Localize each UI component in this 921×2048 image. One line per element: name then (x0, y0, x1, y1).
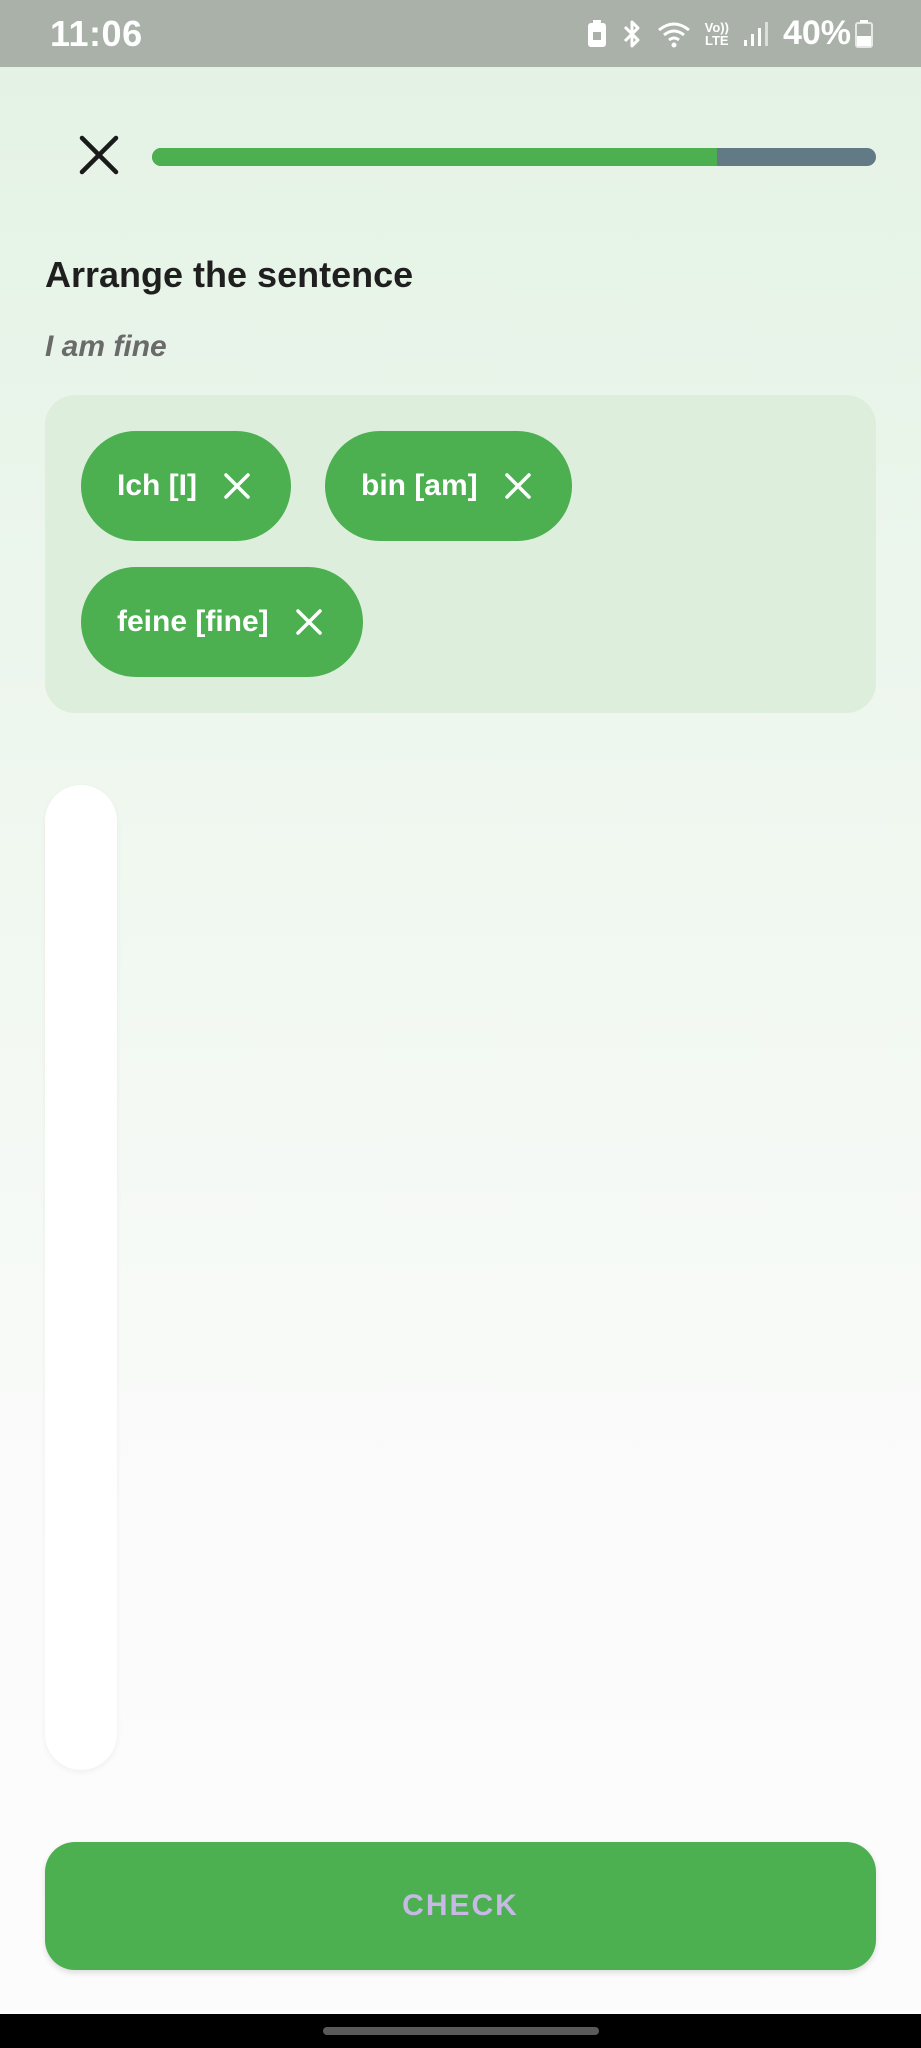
battery-icon (855, 19, 873, 48)
chip-label: bin [am] (361, 469, 478, 502)
volte-icon: Vo)) LTE (705, 21, 729, 47)
signal-icon (743, 20, 769, 48)
chip-label: Ich [I] (117, 469, 197, 502)
close-icon[interactable] (502, 470, 534, 502)
exercise-title: Arrange the sentence (45, 254, 414, 295)
navigation-bar (0, 2014, 921, 2048)
answer-area[interactable]: Ich [I] bin [am] feine [fine] (45, 395, 876, 713)
status-time: 11:06 (50, 12, 143, 54)
check-button[interactable]: CHECK (45, 1842, 876, 1970)
answer-chip[interactable]: feine [fine] (81, 567, 363, 677)
progress-fill (152, 148, 717, 166)
answer-chip[interactable]: bin [am] (325, 431, 572, 541)
battery-percent: 40% (782, 14, 851, 52)
sentence-prompt: I am fine (45, 330, 167, 363)
battery-saver-icon (587, 19, 607, 48)
status-icons: Vo)) LTE 40% (587, 14, 873, 53)
bluetooth-icon (621, 19, 643, 49)
lesson-progress-bar (152, 148, 876, 166)
wifi-icon (657, 20, 691, 48)
volte-line1: Vo)) (704, 19, 729, 35)
close-button[interactable] (72, 130, 126, 184)
volte-line2: LTE (704, 32, 729, 48)
answer-chip[interactable]: Ich [I] (81, 431, 291, 541)
close-icon[interactable] (293, 606, 325, 638)
status-bar: 11:06 Vo)) LTE 40% (0, 0, 921, 67)
close-icon[interactable] (221, 470, 253, 502)
word-bank[interactable] (45, 785, 117, 1770)
home-gesture-handle[interactable] (322, 2027, 599, 2035)
close-icon (79, 135, 119, 180)
chip-label: feine [fine] (117, 605, 269, 638)
